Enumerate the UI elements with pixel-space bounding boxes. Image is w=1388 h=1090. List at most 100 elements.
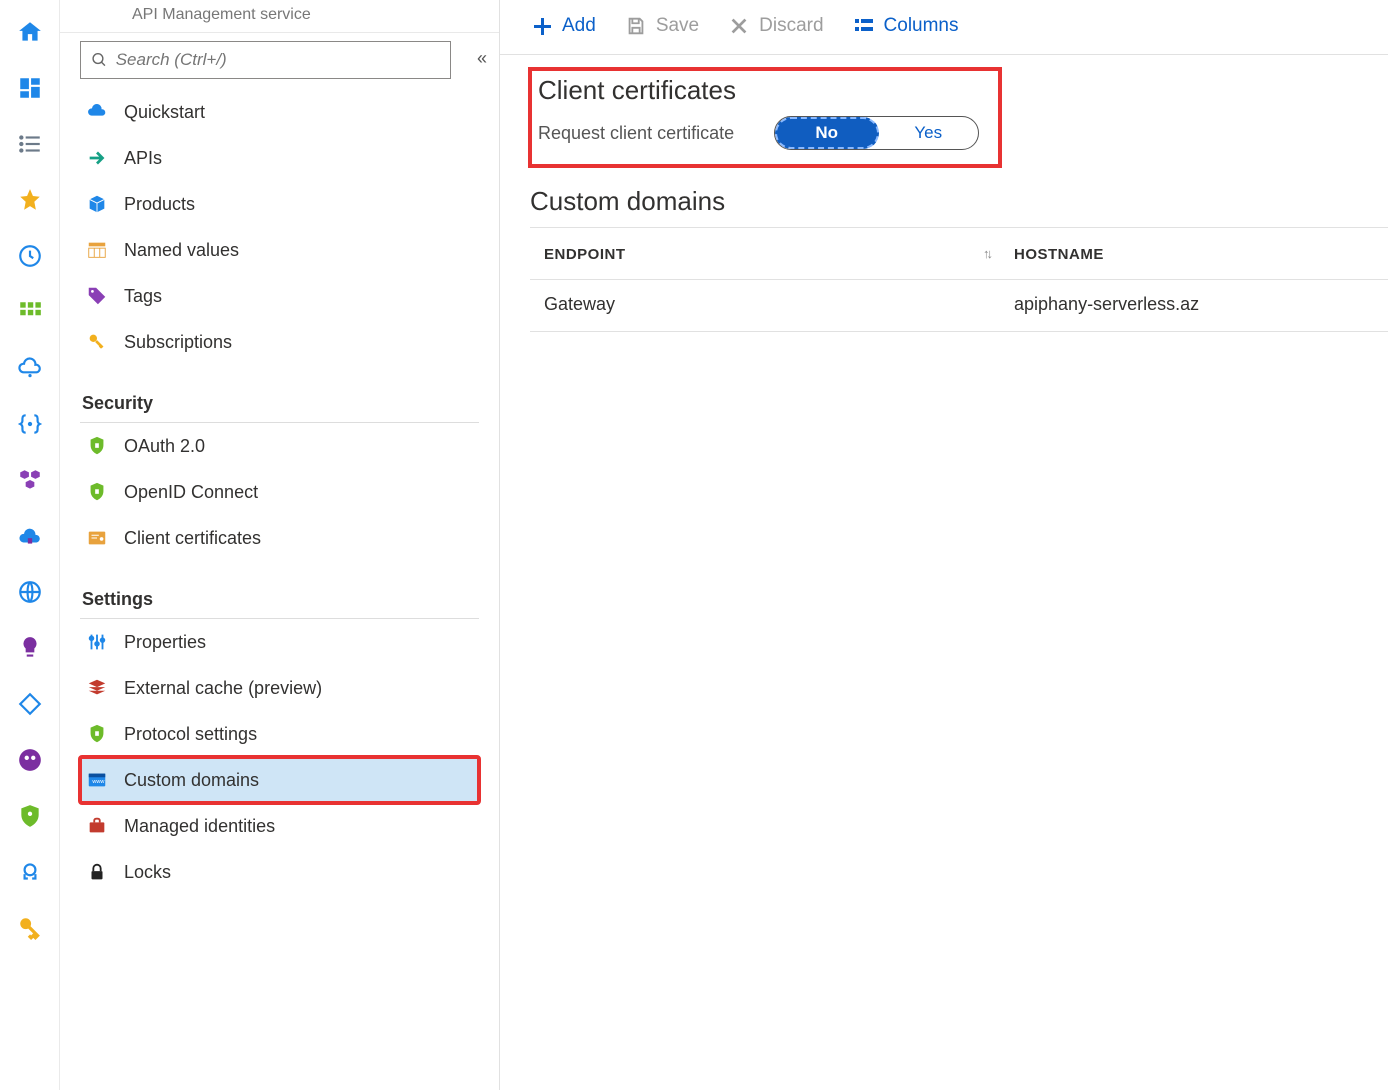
request-client-cert-label: Request client certificate [538,123,758,144]
rail-globe-icon[interactable] [16,578,44,606]
col-endpoint[interactable]: ENDPOINT ↑↓ [530,228,1000,280]
cloud-icon [86,101,108,123]
nav-section-settings: Settings [80,589,479,619]
global-rail [0,0,60,1090]
rail-key-icon[interactable] [16,914,44,942]
columns-button[interactable]: Columns [852,14,959,38]
collapse-panel-icon[interactable]: « [477,48,487,69]
stack-icon [86,677,108,699]
rail-cloud-upload-icon[interactable] [16,522,44,550]
shield-lock-icon [86,435,108,457]
nav-label: Client certificates [124,528,261,549]
rail-braces-icon[interactable] [16,410,44,438]
cell-endpoint: Gateway [530,280,1000,332]
main-content: Add Save Discard Columns Client certific… [500,0,1388,1090]
domain-icon: www [86,769,108,791]
rail-shield-icon[interactable] [16,802,44,830]
key-icon [86,331,108,353]
rail-cubes-icon[interactable] [16,466,44,494]
save-label: Save [656,15,699,37]
rail-clock-icon[interactable] [16,242,44,270]
table-row[interactable]: Gateway apiphany-serverless.az [530,280,1388,332]
custom-domains-title: Custom domains [530,186,1382,217]
table-icon [86,239,108,261]
resource-header: API Management service [60,0,499,33]
search-box[interactable] [80,41,451,79]
nav-openid[interactable]: OpenID Connect [80,469,479,515]
nav-named-values[interactable]: Named values [80,227,479,273]
resource-panel: API Management service « Quickstart APIs… [60,0,500,1090]
col-hostname[interactable]: HOSTNAME [1000,228,1388,280]
nav-label: Quickstart [124,102,205,123]
tag-icon [86,285,108,307]
nav-label: Managed identities [124,816,275,837]
nav-label: APIs [124,148,162,169]
svg-text:www: www [91,779,104,785]
discard-label: Discard [759,15,823,37]
nav-tags[interactable]: Tags [80,273,479,319]
rail-cloud-icon[interactable] [16,354,44,382]
rail-people-icon[interactable] [16,746,44,774]
client-certificates-panel: Client certificates Request client certi… [530,69,1000,166]
rail-diamond-icon[interactable] [16,690,44,718]
rail-star-icon[interactable] [16,186,44,214]
nav-properties[interactable]: Properties [80,619,479,665]
close-icon [727,14,751,38]
nav-quickstart[interactable]: Quickstart [80,89,479,135]
toolbar: Add Save Discard Columns [500,0,1388,55]
cell-hostname: apiphany-serverless.az [1000,280,1388,332]
search-icon [91,51,108,69]
nav-custom-domains[interactable]: www Custom domains [80,757,479,803]
add-label: Add [562,15,596,37]
nav-label: Tags [124,286,162,307]
nav-protocol-settings[interactable]: Protocol settings [80,711,479,757]
request-client-cert-toggle[interactable]: No Yes [774,116,979,150]
nav-label: Locks [124,862,171,883]
nav-section-security: Security [80,393,479,423]
nav-label: OAuth 2.0 [124,436,205,457]
rail-dashboard-icon[interactable] [16,74,44,102]
nav-external-cache[interactable]: External cache (preview) [80,665,479,711]
resource-subtitle: API Management service [132,6,499,24]
nav-apis[interactable]: APIs [80,135,479,181]
nav-label: Products [124,194,195,215]
add-button[interactable]: Add [530,14,596,38]
shield-lock-icon [86,481,108,503]
columns-label: Columns [884,15,959,37]
save-button: Save [624,14,699,38]
rail-home-icon[interactable] [16,18,44,46]
rail-bulb-icon[interactable] [16,634,44,662]
sliders-icon [86,631,108,653]
shield-lock-icon [86,723,108,745]
discard-button: Discard [727,14,823,38]
nav-products[interactable]: Products [80,181,479,227]
lock-icon [86,861,108,883]
plus-icon [530,14,554,38]
resource-nav-list: Quickstart APIs Products Named values Ta… [60,79,499,915]
search-input[interactable] [116,50,440,70]
nav-label: Subscriptions [124,332,232,353]
nav-label: OpenID Connect [124,482,258,503]
nav-client-certificates[interactable]: Client certificates [80,515,479,561]
nav-oauth2[interactable]: OAuth 2.0 [80,423,479,469]
box-icon [86,193,108,215]
rail-list-icon[interactable] [16,130,44,158]
nav-label: External cache (preview) [124,678,322,699]
nav-subscriptions[interactable]: Subscriptions [80,319,479,365]
nav-label: Protocol settings [124,724,257,745]
rail-support-icon[interactable] [16,858,44,886]
nav-label: Named values [124,240,239,261]
certificate-icon [86,527,108,549]
toggle-yes[interactable]: Yes [879,117,979,149]
sort-indicator-icon: ↑↓ [983,246,990,261]
briefcase-icon [86,815,108,837]
client-certificates-title: Client certificates [538,75,986,106]
api-arrow-icon [86,147,108,169]
toggle-no[interactable]: No [775,117,879,149]
save-icon [624,14,648,38]
nav-label: Custom domains [124,770,259,791]
rail-grid-icon[interactable] [16,298,44,326]
nav-locks[interactable]: Locks [80,849,479,895]
custom-domains-table: ENDPOINT ↑↓ HOSTNAME Gateway apiphany-se… [530,227,1388,332]
nav-managed-identities[interactable]: Managed identities [80,803,479,849]
